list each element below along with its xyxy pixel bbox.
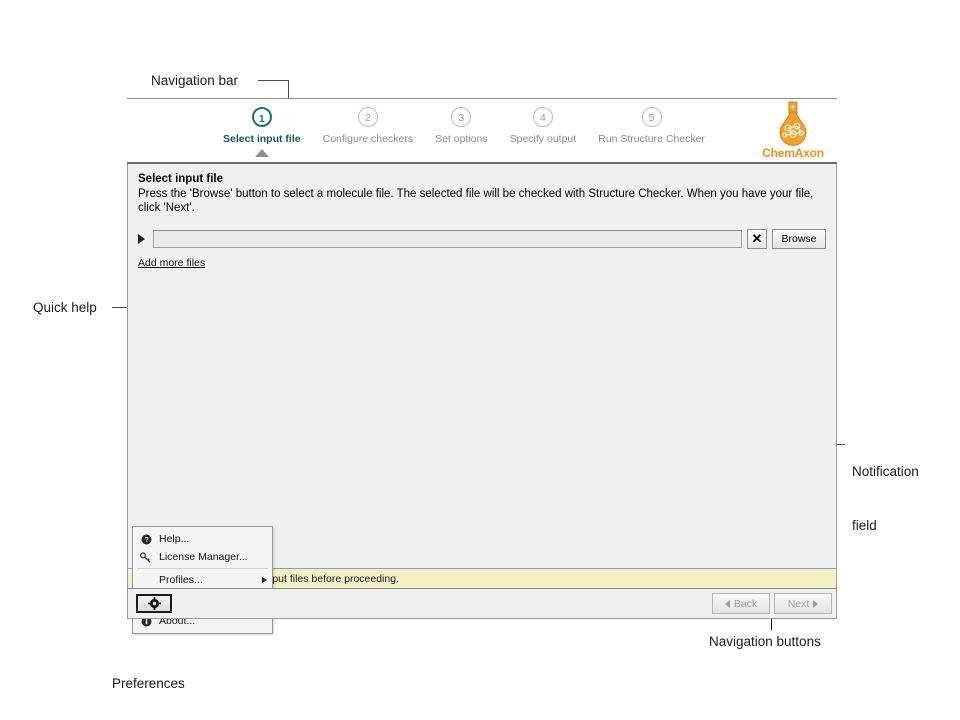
- screenshot-root: Navigation bar Quick help Notification f…: [0, 0, 960, 720]
- triangle-left-icon: [725, 600, 730, 608]
- quick-help-body: Press the 'Browse' button to select a mo…: [138, 187, 826, 215]
- bottom-button-bar: Back Next: [127, 588, 837, 619]
- wizard-step-configure-checkers[interactable]: 2 Configure checkers: [323, 99, 413, 145]
- annotation-notification-field-line2: field: [852, 517, 919, 535]
- step-number-4: 4: [533, 107, 553, 127]
- wizard-step-set-options[interactable]: 3 Set options: [435, 99, 488, 145]
- navigation-bar: 1 Select input file 2 Configure checkers…: [127, 98, 837, 164]
- wizard-step-select-input-file[interactable]: 1 Select input file: [223, 99, 301, 145]
- chemaxon-logo: ChemAxon: [757, 101, 829, 161]
- profiles-icon-placeholder: [137, 573, 155, 587]
- annotation-notification-field: Notification field: [852, 427, 919, 571]
- flask-molecule-icon: [757, 101, 829, 149]
- menu-item-help-label: Help...: [159, 533, 189, 545]
- clear-input-button[interactable]: ✕: [747, 229, 767, 249]
- annotation-navigation-buttons: Navigation buttons: [709, 633, 821, 651]
- wizard-step-run-structure-checker[interactable]: 5 Run Structure Checker: [598, 99, 705, 145]
- add-more-files-link[interactable]: Add more files: [138, 257, 205, 269]
- active-step-caret-icon: [255, 149, 269, 157]
- step-number-2: 2: [358, 107, 378, 127]
- input-file-field[interactable]: [153, 230, 742, 248]
- gear-icon: [148, 597, 161, 610]
- next-button[interactable]: Next: [774, 593, 832, 614]
- leader-navigation-bar-h: [258, 80, 288, 81]
- annotation-preferences-line1: Preferences: [112, 675, 185, 693]
- preferences-button[interactable]: [136, 594, 172, 613]
- menu-item-profiles-label: Profiles...: [159, 574, 203, 586]
- step-label-5: Run Structure Checker: [598, 133, 705, 145]
- next-button-label: Next: [788, 598, 810, 610]
- step-label-2: Configure checkers: [323, 133, 413, 145]
- wizard-step-specify-output[interactable]: 4 Specify output: [510, 99, 577, 145]
- triangle-right-icon[interactable]: [138, 234, 145, 244]
- annotation-navigation-bar: Navigation bar: [151, 72, 238, 90]
- chemaxon-logo-text: ChemAxon: [757, 146, 829, 160]
- step-label-4: Specify output: [510, 133, 577, 145]
- step-number-1: 1: [252, 107, 272, 127]
- submenu-arrow-icon: [262, 577, 267, 583]
- back-button-label: Back: [734, 598, 757, 610]
- menu-item-license-manager-label: License Manager...: [159, 551, 248, 563]
- menu-separator: [137, 568, 268, 569]
- structure-checker-wizard-window: 1 Select input file 2 Configure checkers…: [127, 98, 837, 610]
- key-icon: [137, 550, 155, 564]
- wizard-steps: 1 Select input file 2 Configure checkers…: [127, 99, 705, 163]
- input-file-row: ✕ Browse: [138, 229, 826, 249]
- step-label-3: Set options: [435, 133, 488, 145]
- content-panel: Select input file Press the 'Browse' but…: [127, 164, 837, 568]
- annotation-preferences-button: Preferences button: [112, 639, 185, 720]
- menu-item-license-manager[interactable]: License Manager...: [133, 548, 272, 566]
- step-label-1: Select input file: [223, 133, 301, 145]
- back-button[interactable]: Back: [712, 593, 770, 614]
- menu-item-profiles[interactable]: Profiles...: [133, 571, 272, 589]
- quick-help-title: Select input file: [138, 173, 826, 185]
- svg-text:?: ?: [144, 535, 148, 544]
- menu-item-help[interactable]: ? Help...: [133, 530, 272, 548]
- annotation-notification-field-line1: Notification: [852, 463, 919, 481]
- triangle-right-icon: [813, 600, 818, 608]
- step-number-3: 3: [451, 107, 471, 127]
- annotation-quick-help: Quick help: [33, 299, 97, 317]
- navigation-buttons: Back Next: [712, 593, 832, 614]
- question-circle-icon: ?: [137, 532, 155, 546]
- step-number-5: 5: [642, 107, 662, 127]
- browse-button[interactable]: Browse: [772, 229, 826, 249]
